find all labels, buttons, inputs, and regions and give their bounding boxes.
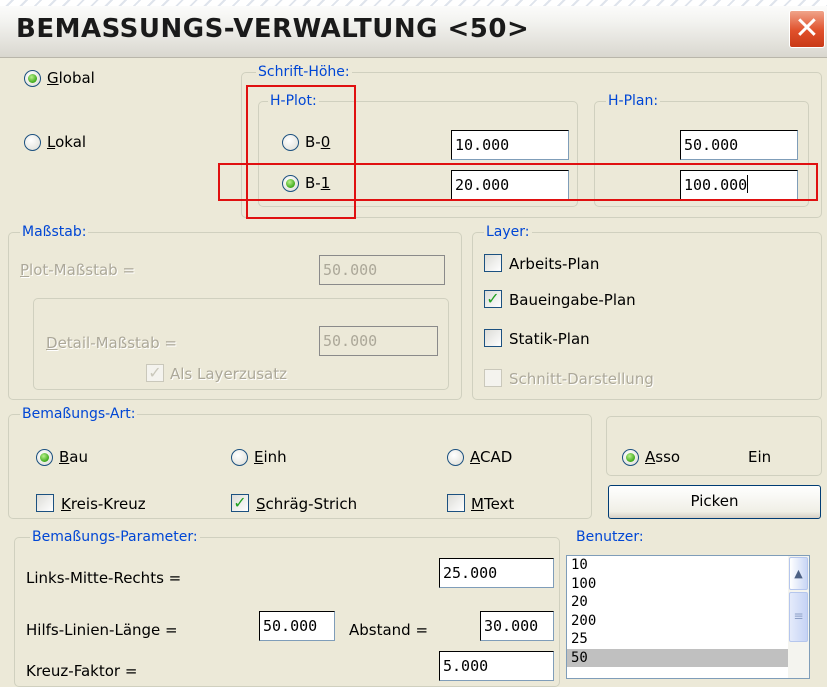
h-plot-label: H-Plot:: [268, 93, 319, 109]
mtext-label[interactable]: MText: [471, 495, 514, 513]
b0-plan-input[interactable]: 50.000: [680, 130, 798, 160]
b1-plan-value: 100.000: [684, 176, 748, 194]
schrift-hoehe-label: Schrift-Höhe:: [256, 64, 352, 80]
bemassungs-art-label: Bemaßungs-Art:: [20, 406, 138, 422]
list-item[interactable]: 20: [567, 593, 809, 612]
schnitt-darstellung-label: Schnitt-Darstellung: [509, 370, 654, 388]
baueingabe-plan-label[interactable]: Baueingabe-Plan: [509, 291, 636, 309]
chevron-up-icon[interactable]: ▲: [789, 557, 808, 590]
b0-plot-input[interactable]: 10.000: [451, 130, 569, 160]
acad-label[interactable]: ACAD: [470, 448, 512, 466]
list-item[interactable]: 200: [567, 612, 809, 631]
acad-radio[interactable]: [447, 449, 464, 466]
b1-label[interactable]: B-1: [305, 174, 330, 192]
asso-group: [606, 416, 822, 476]
arbeits-plan-label[interactable]: Arbeits-Plan: [509, 255, 599, 273]
scrollbar[interactable]: ▲ ≡: [788, 556, 809, 678]
b1-plan-input[interactable]: 100.000: [680, 170, 798, 200]
dialog-body: Global Lokal Schrift-Höhe: H-Plot: H-Pla…: [0, 58, 827, 687]
hilfs-linien-laenge-input[interactable]: 50.000: [259, 611, 335, 641]
abstand-label: Abstand =: [349, 621, 429, 639]
bemassungs-parameter-label: Bemaßungs-Parameter:: [30, 529, 200, 545]
global-label[interactable]: Global: [47, 69, 95, 87]
lokal-radio[interactable]: [24, 134, 41, 151]
bau-radio[interactable]: [36, 449, 53, 466]
asso-label[interactable]: Asso: [645, 448, 680, 466]
text-caret: [747, 175, 749, 193]
window-title: BEMASSUNGS-VERWALTUNG <50>: [16, 14, 530, 44]
links-mitte-rechts-label: Links-Mitte-Rechts =: [26, 569, 182, 587]
benutzer-listbox[interactable]: 10 100 20 200 25 50 ▲ ≡: [566, 555, 810, 679]
kreuz-faktor-input[interactable]: 5.000: [439, 651, 554, 681]
statik-plan-checkbox[interactable]: [484, 329, 502, 347]
layer-label: Layer:: [484, 224, 532, 240]
als-layerzusatz-checkbox[interactable]: ✓: [146, 364, 164, 382]
benutzer-label: Benutzer:: [574, 529, 646, 545]
plot-massstab-label: Plot-Maßstab =: [20, 261, 136, 279]
title-bar: BEMASSUNGS-VERWALTUNG <50> ✕: [0, 0, 827, 58]
b0-label[interactable]: B-0: [305, 133, 330, 151]
einh-label[interactable]: Einh: [254, 448, 287, 466]
global-radio[interactable]: [24, 70, 41, 87]
lokal-label[interactable]: Lokal: [47, 133, 86, 151]
hilfs-linien-laenge-label: Hilfs-Linien-Länge =: [26, 621, 178, 639]
mtext-checkbox[interactable]: [447, 494, 465, 512]
h-plan-label: H-Plan:: [606, 93, 661, 109]
b1-plot-input[interactable]: 20.000: [451, 170, 569, 200]
close-icon[interactable]: ✕: [789, 10, 825, 48]
list-item[interactable]: 10: [567, 556, 809, 575]
b1-radio[interactable]: [282, 175, 299, 192]
detail-massstab-label: Detail-Maßstab =: [46, 334, 177, 352]
statik-plan-label[interactable]: Statik-Plan: [509, 330, 590, 348]
als-layerzusatz-label: Als Layerzusatz: [170, 365, 287, 383]
kreis-kreuz-checkbox[interactable]: [36, 494, 54, 512]
bau-label[interactable]: Bau: [59, 448, 88, 466]
schraeg-strich-label[interactable]: Schräg-Strich: [256, 495, 357, 513]
asso-radio[interactable]: [622, 449, 639, 466]
grip-icon[interactable]: ≡: [789, 592, 808, 642]
b0-radio[interactable]: [282, 134, 299, 151]
kreis-kreuz-label[interactable]: Kreis-Kreuz: [61, 495, 146, 513]
background-strip: [0, 0, 827, 6]
abstand-input[interactable]: 30.000: [480, 611, 554, 641]
arbeits-plan-checkbox[interactable]: [484, 254, 502, 272]
schraeg-strich-checkbox[interactable]: ✓: [231, 494, 249, 512]
massstab-label: Maßstab:: [20, 224, 89, 240]
links-mitte-rechts-input[interactable]: 25.000: [439, 558, 554, 588]
schnitt-darstellung-checkbox[interactable]: [484, 369, 502, 387]
list-item-selected[interactable]: 50: [567, 648, 809, 667]
detail-massstab-input[interactable]: 50.000: [319, 326, 438, 356]
asso-status-text: Ein: [748, 448, 772, 466]
list-item[interactable]: 100: [567, 575, 809, 594]
list-item[interactable]: 25: [567, 630, 809, 649]
picken-button[interactable]: Picken: [608, 485, 821, 519]
plot-massstab-input[interactable]: 50.000: [319, 255, 445, 285]
einh-radio[interactable]: [231, 449, 248, 466]
baueingabe-plan-checkbox[interactable]: ✓: [484, 290, 502, 308]
kreuz-faktor-label: Kreuz-Faktor =: [26, 662, 138, 680]
